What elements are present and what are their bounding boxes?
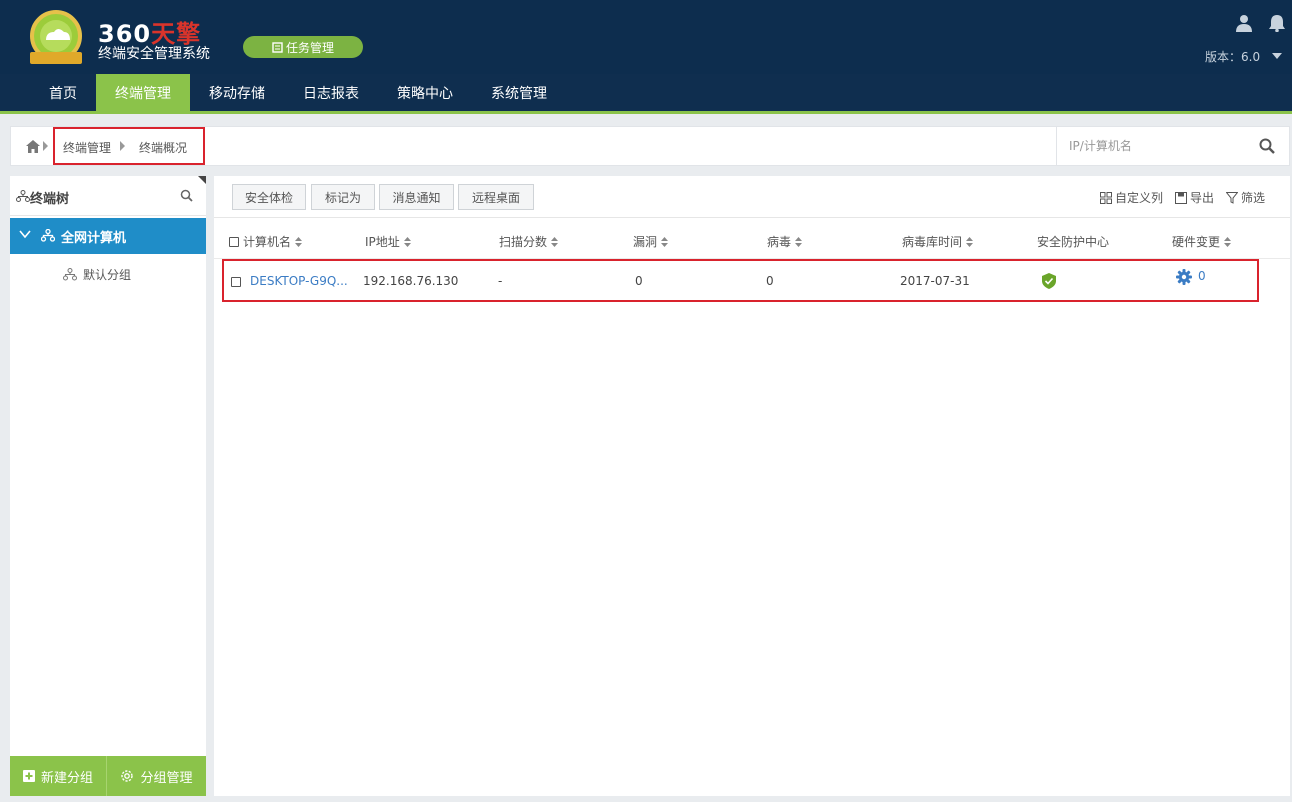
save-icon	[1175, 191, 1187, 204]
nav-item-system-management[interactable]: 系统管理	[472, 74, 566, 114]
mark-as-button[interactable]: 标记为	[311, 184, 375, 210]
remote-desktop-button[interactable]: 远程桌面	[458, 184, 534, 210]
manage-group-button[interactable]: 分组管理	[107, 756, 206, 796]
computer-name-link[interactable]: DESKTOP-G9Q...	[250, 274, 348, 288]
column-label: 病毒库时间	[902, 235, 963, 249]
export-button[interactable]: 导出	[1175, 189, 1214, 206]
shield-icon	[1042, 273, 1056, 289]
plus-icon	[22, 770, 35, 782]
column-label: 硬件变更	[1172, 235, 1221, 249]
vulnerabilities-cell: 0	[635, 274, 643, 288]
home-icon[interactable]	[26, 140, 40, 153]
bell-icon[interactable]	[1268, 14, 1286, 32]
panel-collapse-icon[interactable]	[198, 176, 206, 184]
scan-score-cell: -	[498, 274, 503, 288]
column-header-ip[interactable]: IP地址	[365, 233, 411, 250]
nav-item-terminal-management[interactable]: 终端管理	[96, 74, 190, 114]
main-nav: 首页 终端管理 移动存储 日志报表 策略中心 系统管理	[0, 74, 1292, 114]
row-checkbox[interactable]	[231, 277, 241, 287]
new-group-label: 新建分组	[40, 770, 93, 786]
version-dropdown-icon[interactable]	[1272, 53, 1282, 59]
column-label: 安全防护中心	[1037, 235, 1110, 249]
table-header: 计算机名 IP地址 扫描分数 漏洞 病毒 病毒库时间 安全防护中心 硬件变更	[214, 219, 1290, 259]
table-row[interactable]: DESKTOP-G9Q... 192.168.76.130 - 0 0 2017…	[222, 259, 1259, 302]
column-label: 漏洞	[633, 235, 658, 249]
viruses-cell: 0	[766, 274, 774, 288]
breadcrumb-item[interactable]: 终端管理	[63, 139, 111, 156]
nav-item-log-reports[interactable]: 日志报表	[284, 74, 378, 114]
sort-icon[interactable]	[1224, 236, 1232, 247]
search-icon[interactable]	[180, 189, 193, 202]
task-management-label: 任务管理	[285, 40, 334, 55]
column-label: 病毒	[767, 235, 792, 249]
sort-icon[interactable]	[551, 236, 559, 247]
sidebar-footer: 新建分组 分组管理	[10, 756, 206, 796]
column-header-viruses[interactable]: 病毒	[767, 233, 803, 250]
gear-icon	[121, 770, 134, 782]
column-header-virus-db-time[interactable]: 病毒库时间	[902, 233, 974, 250]
filter-icon	[1226, 191, 1238, 204]
sort-icon[interactable]	[966, 236, 974, 247]
search-icon[interactable]	[1259, 138, 1275, 154]
terminal-tree-panel: 终端树 全网计算机 默认分组 新建分组 分组管理	[10, 176, 206, 796]
search-box	[1056, 127, 1290, 165]
filter-button[interactable]: 筛选	[1226, 189, 1265, 206]
sort-icon[interactable]	[403, 236, 411, 247]
breadcrumb-separator-icon	[43, 141, 48, 151]
tree-item-all-computers[interactable]: 全网计算机	[10, 218, 206, 254]
filter-label: 筛选	[1241, 191, 1266, 205]
logo-badge-icon	[30, 10, 82, 64]
task-management-button[interactable]: 任务管理	[243, 36, 363, 58]
sort-icon[interactable]	[795, 236, 803, 247]
column-header-computer-name[interactable]: 计算机名	[229, 233, 303, 250]
breadcrumb-separator-icon	[120, 141, 125, 151]
tree-icon	[41, 229, 55, 242]
user-icon[interactable]	[1236, 14, 1252, 32]
breadcrumb-item: 终端概况	[139, 141, 188, 155]
toolbar: 安全体检 标记为 消息通知 远程桌面 自定义列 导出 筛选	[214, 176, 1290, 218]
app-subtitle: 终端安全管理系统	[98, 46, 210, 62]
new-group-button[interactable]: 新建分组	[10, 756, 107, 796]
gear-icon[interactable]	[1176, 269, 1192, 285]
message-notify-button[interactable]: 消息通知	[379, 184, 454, 210]
sort-icon[interactable]	[295, 236, 303, 247]
column-header-security-center: 安全防护中心	[1037, 233, 1109, 250]
task-list-icon	[272, 41, 283, 53]
tree-item-label: 默认分组	[83, 268, 132, 282]
sort-icon[interactable]	[661, 236, 669, 247]
tree-icon	[16, 190, 30, 202]
security-check-button[interactable]: 安全体检	[232, 184, 306, 210]
grid-icon	[1100, 191, 1112, 204]
nav-item-policy-center[interactable]: 策略中心	[378, 74, 472, 114]
breadcrumb-bar: 终端管理 终端概况	[10, 126, 1290, 166]
virus-db-time-cell: 2017-07-31	[900, 274, 970, 288]
select-all-checkbox[interactable]	[229, 236, 239, 247]
custom-columns-label: 自定义列	[1115, 191, 1164, 205]
column-label: IP地址	[365, 235, 400, 249]
terminal-tree-title: 终端树	[30, 192, 70, 207]
terminal-overview-panel: 安全体检 标记为 消息通知 远程桌面 自定义列 导出 筛选 计算机名 IP地址 …	[214, 176, 1290, 796]
version-label: 版本：6.0	[1205, 50, 1261, 64]
ip-cell: 192.168.76.130	[363, 274, 459, 288]
hardware-change-count[interactable]: 0	[1198, 269, 1206, 283]
terminal-tree-header: 终端树	[10, 176, 206, 216]
tree-item-label: 全网计算机	[61, 231, 127, 246]
app-header: 360天擎 终端安全管理系统 任务管理 版本：6.0	[0, 0, 1292, 74]
search-input[interactable]	[1069, 136, 1249, 156]
column-header-scan-score[interactable]: 扫描分数	[499, 233, 559, 250]
nav-item-mobile-storage[interactable]: 移动存储	[190, 74, 284, 114]
tree-icon	[63, 268, 77, 281]
nav-item-home[interactable]: 首页	[30, 74, 96, 114]
column-label: 计算机名	[243, 235, 292, 249]
manage-group-label: 分组管理	[140, 770, 193, 786]
export-label: 导出	[1190, 191, 1215, 205]
column-label: 扫描分数	[499, 235, 548, 249]
tree-item-default-group[interactable]: 默认分组	[10, 258, 206, 290]
chevron-down-icon[interactable]	[19, 229, 31, 239]
column-header-hardware-change[interactable]: 硬件变更	[1172, 233, 1232, 250]
custom-columns-button[interactable]: 自定义列	[1100, 189, 1163, 206]
column-header-vulnerabilities[interactable]: 漏洞	[633, 233, 669, 250]
